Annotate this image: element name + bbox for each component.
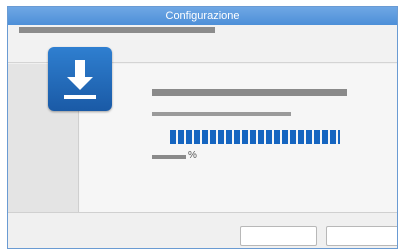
status-detail-placeholder: [152, 112, 291, 116]
progress-segments: [170, 130, 340, 144]
header-text-placeholder: [19, 27, 215, 33]
back-button[interactable]: [240, 226, 317, 246]
status-heading-placeholder: [152, 89, 347, 96]
install-progress-bar: [170, 130, 340, 144]
window-title: Configurazione: [165, 10, 240, 22]
percent-sign: %: [188, 150, 197, 161]
title-bar: Configurazione: [8, 7, 397, 25]
setup-window: Configurazione %: [7, 6, 398, 249]
button-bar: [8, 212, 397, 248]
percent-value-placeholder: [152, 155, 186, 159]
next-button[interactable]: [326, 226, 397, 246]
progress-fill: [170, 130, 340, 144]
download-install-icon: [48, 47, 112, 111]
